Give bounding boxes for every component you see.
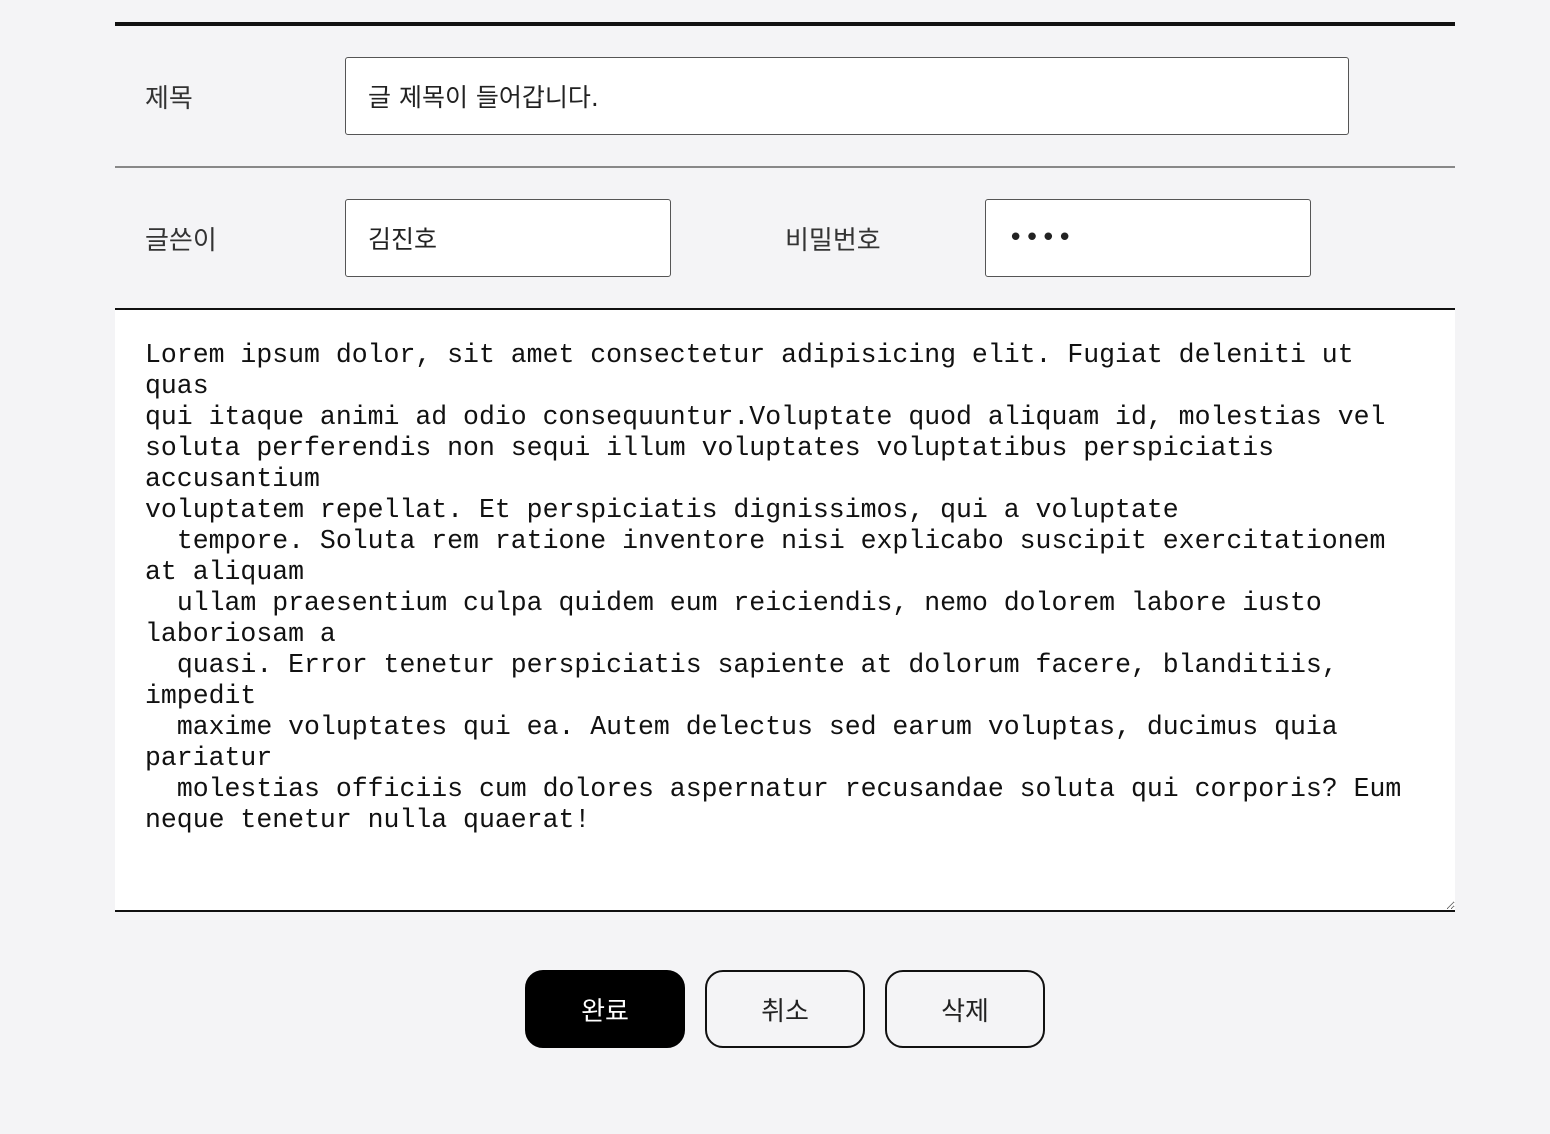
delete-button[interactable]: 삭제 [885, 970, 1045, 1048]
writer-input[interactable] [345, 199, 671, 277]
password-label: 비밀번호 [785, 225, 881, 256]
writer-row: 글쓴이 비밀번호 [115, 168, 1455, 310]
title-row: 제목 [115, 26, 1455, 168]
writer-label: 글쓴이 [145, 225, 217, 256]
complete-button[interactable]: 완료 [525, 970, 685, 1048]
content-textarea[interactable]: Lorem ipsum dolor, sit amet consectetur … [115, 310, 1455, 912]
title-input[interactable] [345, 57, 1349, 135]
title-label: 제목 [145, 83, 193, 114]
cancel-button[interactable]: 취소 [705, 970, 865, 1048]
action-buttons: 완료 취소 삭제 [525, 970, 1045, 1048]
password-input[interactable] [985, 199, 1311, 277]
post-edit-form: 제목 글쓴이 비밀번호 Lorem ipsum dolor, sit amet … [115, 22, 1455, 912]
